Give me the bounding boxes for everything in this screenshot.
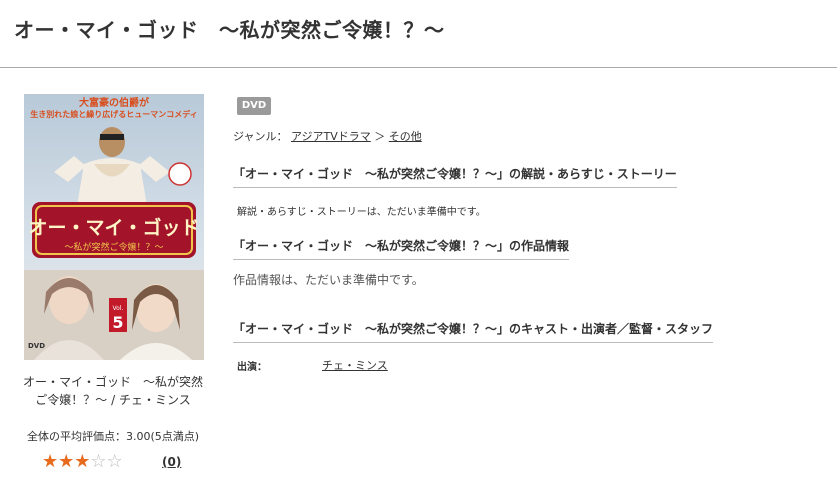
star-full-icon: ★ [42,451,59,472]
star-empty-icon: ☆ [106,451,123,472]
svg-text:Vol.: Vol. [113,305,124,312]
star-rating: ★★★☆☆ [42,452,123,472]
dvd-cover-image[interactable]: 大富豪の伯爵が 生き別れた娘と繰り広げるヒューマンコメディ オー・マイ・ゴッド … [24,94,204,360]
story-text: 解説・あらすじ・ストーリーは、ただいま準備中です。 [237,207,486,218]
review-count-close: ) [175,455,182,469]
svg-text:5: 5 [112,313,123,332]
svg-text:DVD: DVD [28,342,45,350]
genre-separator: ＞ [374,130,386,143]
cast-link-choi-min-soo[interactable]: チェ・ミンス [322,357,388,373]
genre-label: ジャンル： [233,130,288,143]
average-rating-text: 全体の平均評価点：3.00(5点満点) [26,430,200,443]
svg-text:オー・マイ・ゴッド: オー・マイ・ゴッド [28,216,199,239]
info-heading: 「オー・マイ・ゴッド ～私が突然ご令嬢！？～」の作品情報 [233,237,570,260]
svg-text:大富豪の伯爵が: 大富豪の伯爵が [79,96,150,109]
review-count-link[interactable]: (0) [162,455,181,469]
star-full-icon: ★ [58,451,75,472]
product-name[interactable]: オー・マイ・ゴッド ～私が突然ご令嬢！？～ / チェ・ミンス [18,373,208,409]
genre-breadcrumb: ジャンル： アジアTVドラマ ＞ その他 [233,128,422,144]
story-heading: 「オー・マイ・ゴッド ～私が突然ご令嬢！？～」の解説・あらすじ・ストーリー [233,165,677,188]
star-empty-icon: ☆ [90,451,107,472]
format-badge: DVD [237,97,271,115]
genre-link-asian-tv-drama[interactable]: アジアTVドラマ [291,130,371,143]
review-count-value: 0 [167,455,176,469]
cast-heading: 「オー・マイ・ゴッド ～私が突然ご令嬢！？～」のキャスト・出演者／監督・スタッフ [233,320,714,343]
dvd-cover-art: 大富豪の伯爵が 生き別れた娘と繰り広げるヒューマンコメディ オー・マイ・ゴッド … [24,94,204,360]
star-full-icon: ★ [74,451,91,472]
svg-text:～私が突然ご令嬢！？～: ～私が突然ご令嬢！？～ [64,241,163,253]
genre-link-other[interactable]: その他 [389,130,422,143]
page-title: オー・マイ・ゴッド ～私が突然ご令嬢！？～ [14,18,445,42]
info-text: 作品情報は、ただいま準備中です。 [233,273,424,287]
cast-label: 出演： [237,362,267,373]
title-divider [0,67,837,68]
svg-text:生き別れた娘と繰り広げるヒューマンコメディ: 生き別れた娘と繰り広げるヒューマンコメディ [30,109,197,119]
